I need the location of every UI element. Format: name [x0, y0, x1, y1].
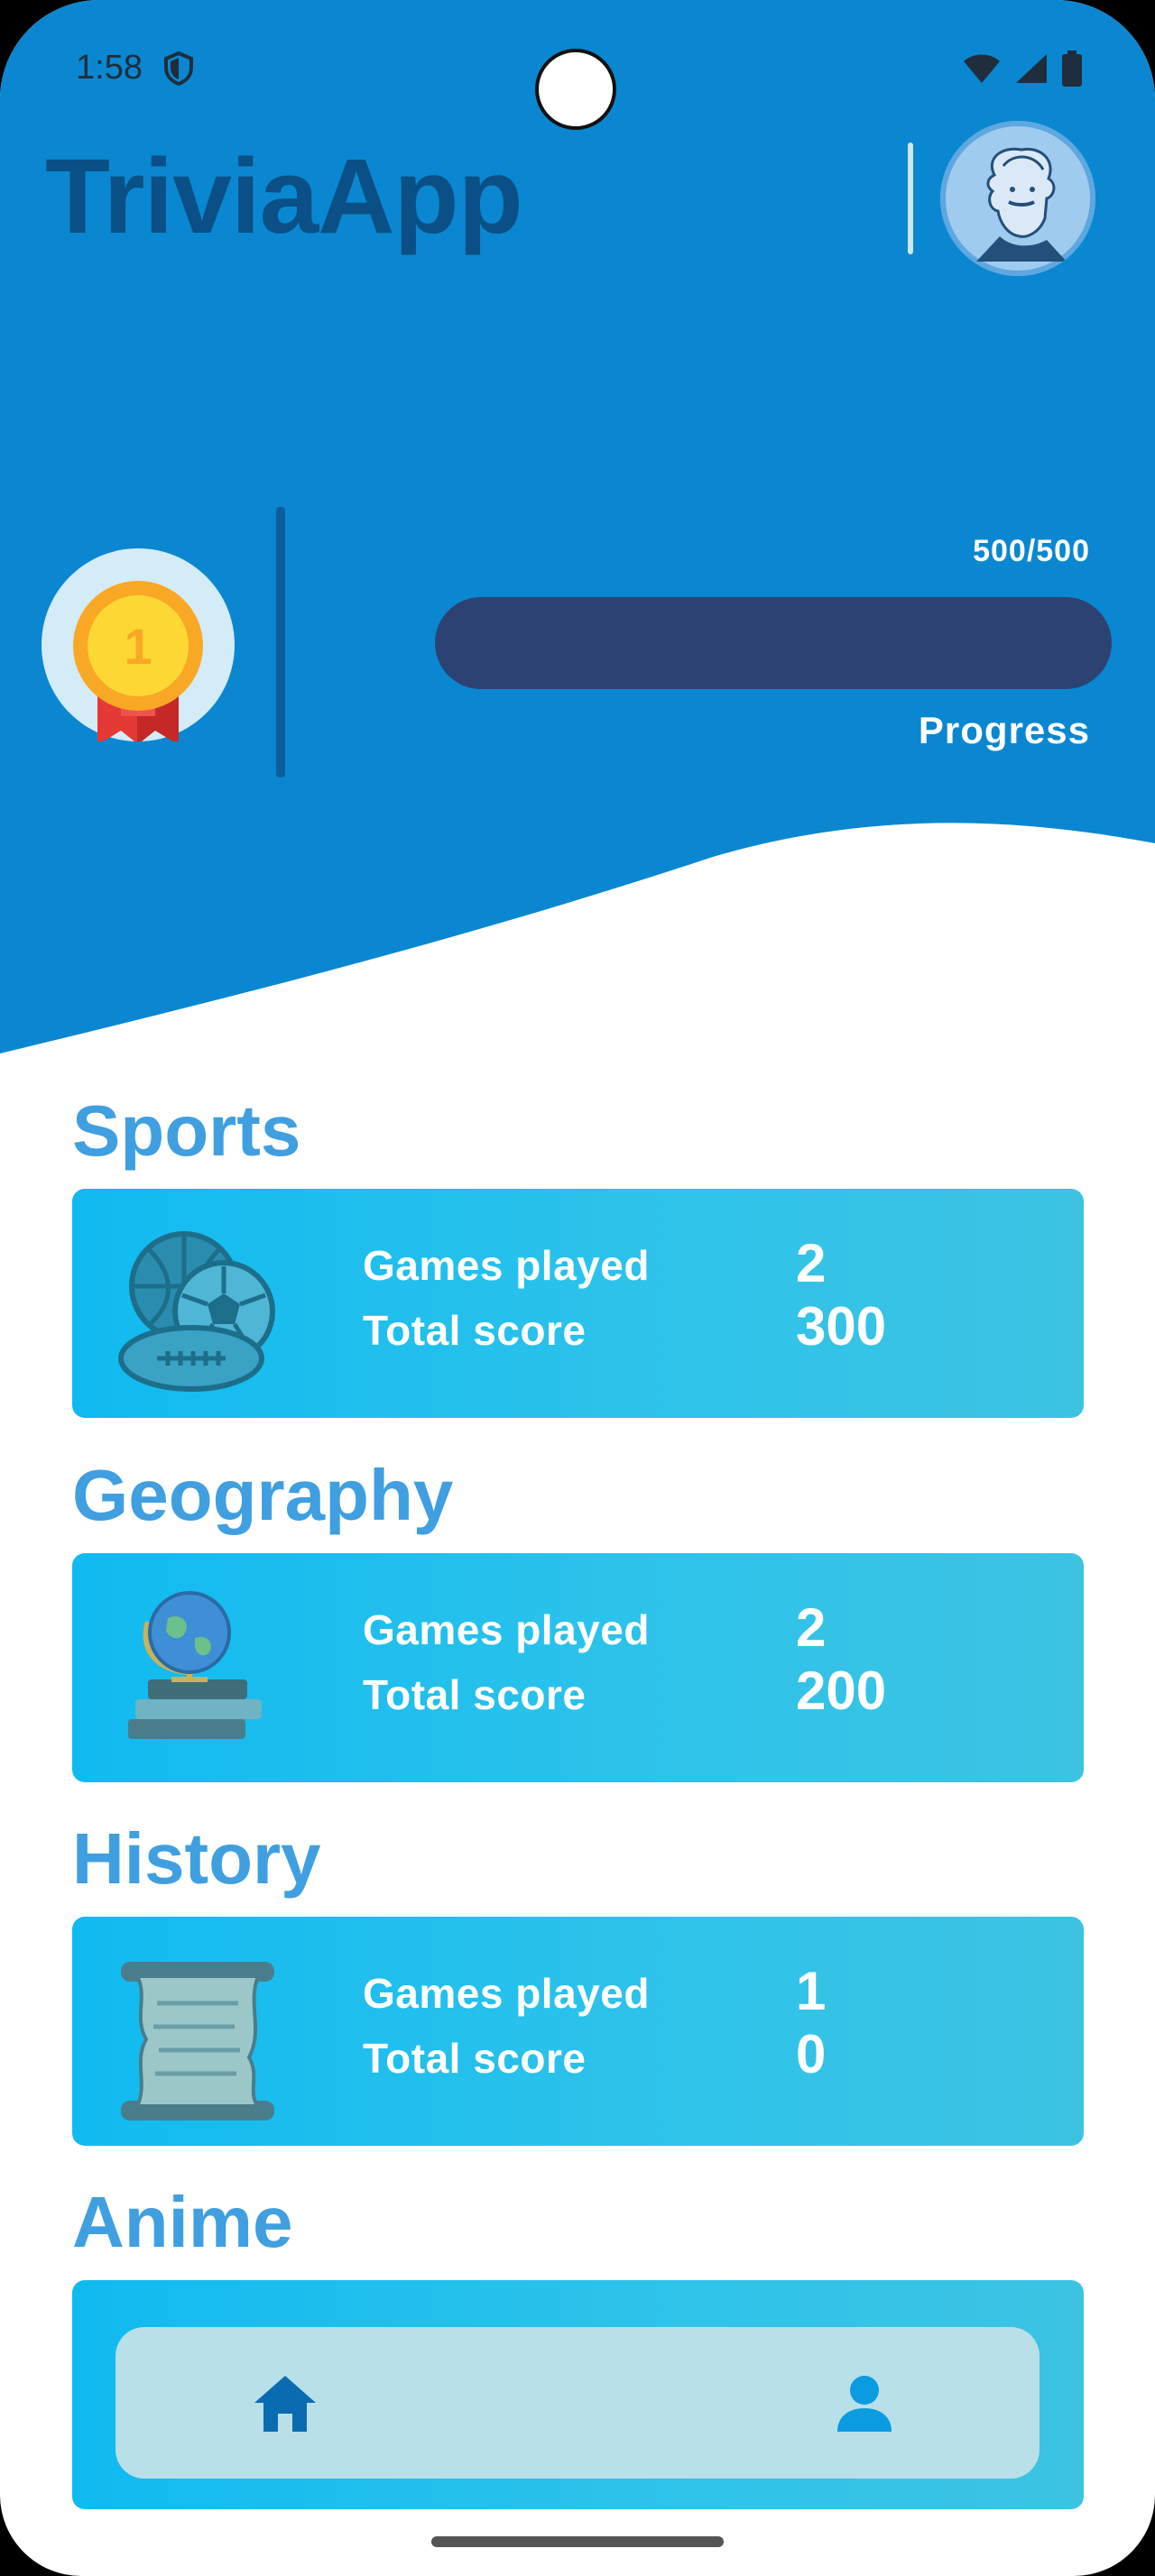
total-score-label: Total score	[363, 1307, 587, 1354]
einstein-avatar-icon	[946, 126, 1090, 271]
stat-divider	[276, 507, 285, 777]
svg-text:1: 1	[124, 618, 152, 675]
total-score-label: Total score	[363, 2035, 587, 2082]
wifi-icon	[964, 54, 1000, 83]
home-icon[interactable]	[249, 2367, 321, 2439]
games-played-label: Games played	[363, 1970, 650, 2017]
games-played-label: Games played	[363, 1606, 650, 1653]
total-score-value: 300	[796, 1296, 887, 1357]
status-time: 1:58	[76, 49, 143, 87]
total-score-value: 0	[796, 2024, 827, 2084]
app-title: TriviaApp	[45, 137, 523, 256]
title-divider	[908, 143, 913, 254]
category-title-anime: Anime	[72, 2182, 293, 2262]
camera-cutout	[535, 49, 616, 130]
games-played-value: 2	[796, 1597, 827, 1658]
progress-label: Progress	[918, 709, 1090, 751]
category-title-sports: Sports	[72, 1090, 301, 1171]
category-title-history: History	[72, 1818, 321, 1899]
gesture-home-indicator[interactable]	[431, 2536, 724, 2547]
category-title-geography: Geography	[72, 1455, 454, 1535]
shield-icon	[164, 51, 193, 87]
progress-bar-fill	[435, 597, 1112, 689]
avatar-button[interactable]	[940, 121, 1095, 276]
profile-icon[interactable]	[828, 2367, 901, 2439]
games-played-value: 2	[796, 1233, 827, 1293]
games-played-label: Games played	[363, 1242, 650, 1289]
phone-screen: 1:58 TriviaApp 1 500/500 Progress Sports…	[0, 0, 1155, 2576]
category-card-geography[interactable]: Games played 2 Total score 200	[72, 1553, 1084, 1782]
bottom-navigation	[116, 2327, 1040, 2479]
category-card-history[interactable]: Games played 1 Total score 0	[72, 1917, 1084, 2146]
sports-balls-icon	[118, 1231, 275, 1392]
total-score-value: 200	[796, 1661, 887, 1721]
signal-icon	[1016, 54, 1047, 83]
progress-bar	[435, 597, 1112, 689]
progress-value: 500/500	[973, 534, 1090, 568]
total-score-label: Total score	[363, 1671, 587, 1718]
gold-medal-icon: 1	[73, 581, 203, 741]
games-played-value: 1	[796, 1961, 827, 2021]
globe-icon	[128, 1591, 262, 1739]
battery-icon	[1062, 51, 1082, 87]
status-icons	[962, 51, 1083, 87]
scroll-icon	[121, 1962, 274, 2121]
category-card-sports[interactable]: Games played 2 Total score 300	[72, 1189, 1084, 1418]
